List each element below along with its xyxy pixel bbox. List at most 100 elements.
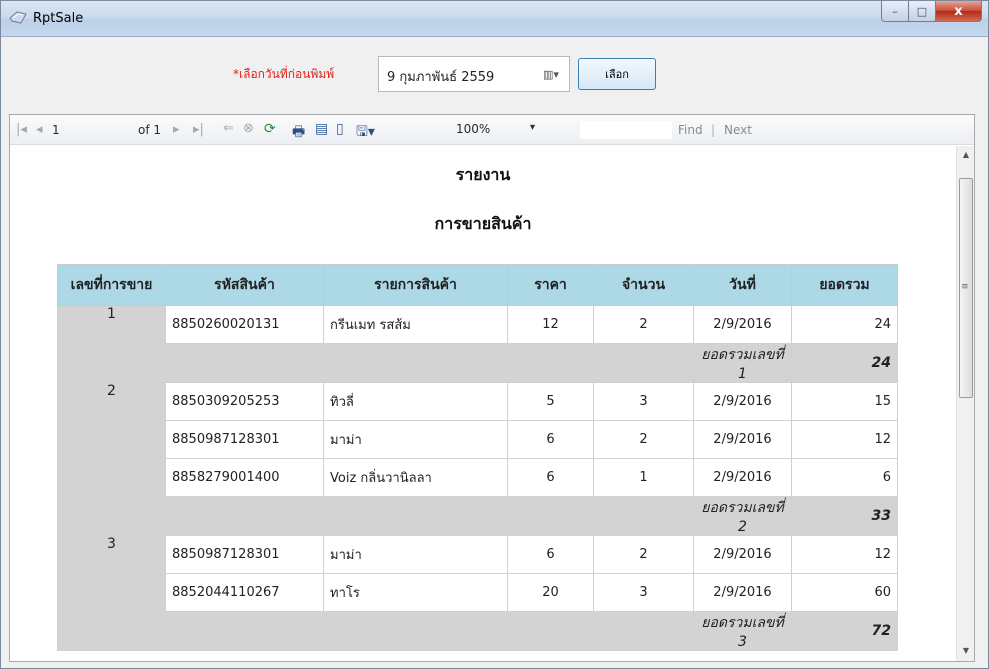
previous-page-icon[interactable]: ◂ [36,122,43,137]
product-name-cell: Voiz กลิ่นวานิลลา [323,458,508,497]
price-cell: 6 [507,420,594,459]
refresh-icon[interactable]: ⟳ [264,121,276,137]
table-row: 8852044110267 ทาโร 20 3 2/9/2016 60 [58,573,898,612]
print-icon[interactable]: 🖶 [292,121,305,145]
sale-number-cell: 2 [57,382,166,497]
sale-number-cell: 1 [57,305,166,344]
title-bar[interactable]: RptSale – □ x [1,1,988,37]
total-cell: 24 [791,305,898,344]
first-page-icon[interactable]: |◂ [16,122,27,137]
quantity-cell: 2 [593,420,694,459]
maximize-icon: □ [916,4,928,18]
find-next-link[interactable]: Next [724,123,752,137]
calendar-dropdown-icon[interactable]: ▥▾ [543,68,563,82]
subtotal-value: 24 [791,343,898,383]
find-link[interactable]: Find [678,123,703,137]
product-code-cell: 8852044110267 [165,573,324,612]
close-icon: x [954,3,963,19]
quantity-cell: 3 [593,573,694,612]
scroll-grip-icon: ≡ [961,282,969,292]
page-count-label: of 1 [138,123,162,137]
quantity-cell: 3 [593,382,694,421]
product-name-cell: มาม่า [323,420,508,459]
find-separator: | [711,123,716,137]
subtotal-row: ยอดรวมเลขที่ 2 33 [57,496,898,536]
zoom-select[interactable]: 100% ▾ [456,120,566,140]
app-icon [9,11,27,24]
vertical-scrollbar[interactable]: ▲ ≡ ▼ [956,146,974,661]
maximize-button[interactable]: □ [909,1,936,22]
subtotal-label: ยอดรวมเลขที่ 1 [693,343,792,383]
scroll-up-icon[interactable]: ▲ [957,150,975,159]
column-header: ราคา [507,264,594,306]
select-button[interactable]: เลือก [578,58,656,90]
subtotal-row: ยอดรวมเลขที่ 3 72 [57,611,898,651]
report-window: RptSale – □ x *เลือกวันที่ก่อนพิมพ์ 9 กุ… [0,0,989,669]
report-toolbar: |◂ ◂ 1 of 1 ▸ ▸| ⇐ ⊗ ⟳ 🖶 ▤ ▯ 🖫▾ 100% ▾ F… [10,115,974,145]
quantity-cell: 2 [593,305,694,344]
last-page-icon[interactable]: ▸| [193,122,204,137]
product-name-cell: ทิวลี่ [323,382,508,421]
table-row: 8850987128301 มาม่า 6 2 2/9/2016 12 [58,420,898,459]
subtotal-label: ยอดรวมเลขที่ 3 [693,611,792,651]
product-name-cell: มาม่า [323,535,508,574]
column-header: ยอดรวม [791,264,898,306]
total-cell: 15 [791,382,898,421]
product-code-cell: 8850309205253 [165,382,324,421]
report-title: รายงาน [455,165,511,184]
table-row: 3 8850987128301 มาม่า 6 2 2/9/2016 12 [57,535,898,612]
table-header-row: เลขที่การขาย รหัสสินค้า รายการสินค้า ราคา จำ… [57,264,898,306]
column-header: เลขที่การขาย [57,264,166,306]
product-name-cell: กรีนเมท รสส้ม [323,305,508,344]
report-subtitle: การขายสินค้า [434,214,532,233]
total-cell: 6 [791,458,898,497]
report-viewer: |◂ ◂ 1 of 1 ▸ ▸| ⇐ ⊗ ⟳ 🖶 ▤ ▯ 🖫▾ 100% ▾ F… [9,114,975,662]
product-code-cell: 8858279001400 [165,458,324,497]
date-cell: 2/9/2016 [693,458,792,497]
chevron-down-icon: ▾ [530,122,536,133]
next-page-icon[interactable]: ▸ [173,122,180,137]
page-number-input[interactable]: 1 [52,123,92,137]
table-row: 2 8850309205253 ทิวลี่ 5 3 2/9/2016 15 [57,382,898,497]
price-cell: 6 [507,458,594,497]
column-header: รหัสสินค้า [165,264,324,306]
date-value: 9 กุมภาพันธ์ 2559 [387,70,495,85]
back-icon[interactable]: ⇐ [223,121,234,136]
find-input[interactable] [580,121,672,139]
date-prompt-label: *เลือกวันที่ก่อนพิมพ์ [233,67,335,81]
scroll-down-icon[interactable]: ▼ [957,646,975,655]
minimize-icon: – [892,4,898,18]
total-cell: 60 [791,573,898,612]
date-cell: 2/9/2016 [693,535,792,574]
export-icon[interactable]: 🖫▾ [356,121,375,145]
sale-number-cell: 3 [57,535,166,612]
date-cell: 2/9/2016 [693,305,792,344]
column-header: จำนวน [593,264,694,306]
close-button[interactable]: x [936,1,982,22]
subtotal-spacer [57,611,694,651]
product-name-cell: ทาโร [323,573,508,612]
date-picker[interactable]: 9 กุมภาพันธ์ 2559 ▥▾ [378,56,570,92]
stop-icon[interactable]: ⊗ [243,121,254,136]
column-header: รายการสินค้า [323,264,508,306]
window-controls: – □ x [881,1,982,23]
minimize-button[interactable]: – [881,1,909,22]
window-title: RptSale [33,11,84,26]
page-setup-icon[interactable]: ▯ [336,121,344,137]
subtotal-label: ยอดรวมเลขที่ 2 [693,496,792,536]
price-cell: 20 [507,573,594,612]
date-cell: 2/9/2016 [693,573,792,612]
date-cell: 2/9/2016 [693,420,792,459]
subtotal-value: 33 [791,496,898,536]
product-code-cell: 8850260020131 [165,305,324,344]
subtotal-row: ยอดรวมเลขที่ 1 24 [57,343,898,383]
print-layout-icon[interactable]: ▤ [315,121,328,137]
quantity-cell: 2 [593,535,694,574]
date-cell: 2/9/2016 [693,382,792,421]
table-row: 8858279001400 Voiz กลิ่นวานิลลา 6 1 2/9/2016… [58,458,898,497]
quantity-cell: 1 [593,458,694,497]
table-row: 1 8850260020131 กรีนเมท รสส้ม 12 2 2/9/2016 24 [57,305,898,344]
product-code-cell: 8850987128301 [165,420,324,459]
sales-table: เลขที่การขาย รหัสสินค้า รายการสินค้า ราคา จำ… [57,264,898,651]
price-cell: 12 [507,305,594,344]
